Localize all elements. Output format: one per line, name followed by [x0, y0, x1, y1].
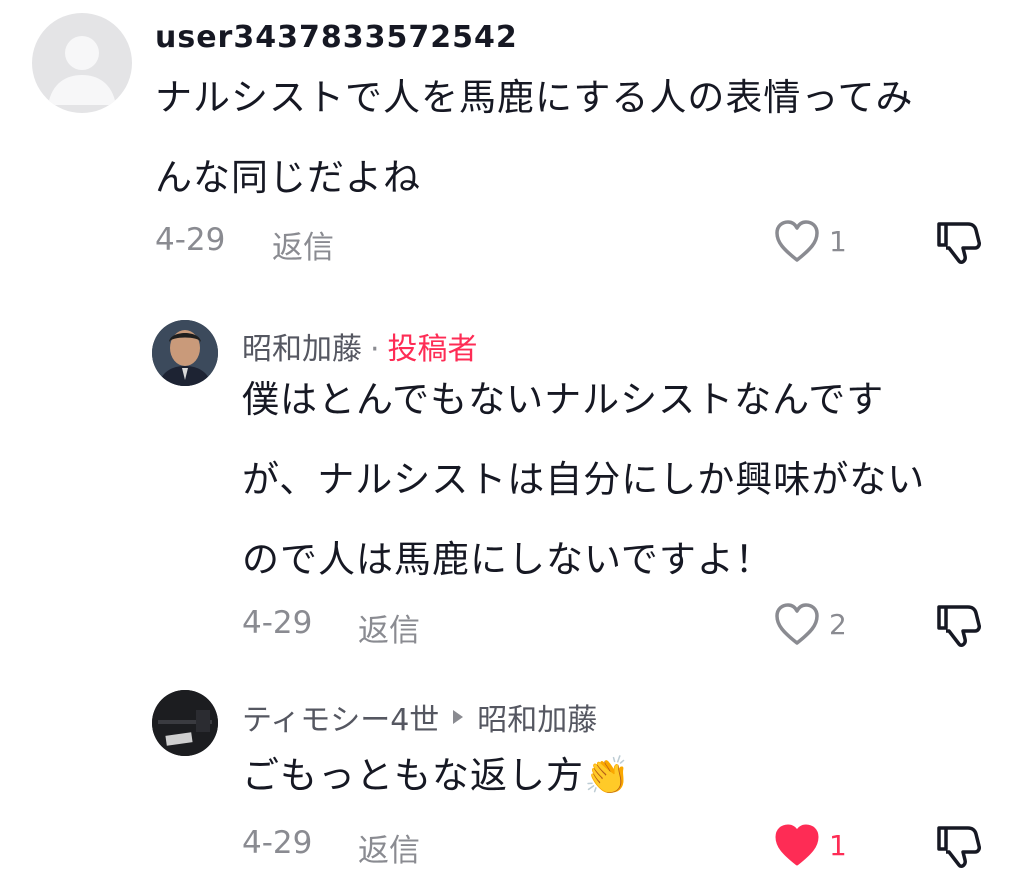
comment-1: user3437833572542 ナルシストで人を馬鹿にする人の表情ってみ ん…: [0, 0, 1024, 290]
like-button[interactable]: 1: [773, 218, 847, 264]
dislike-button[interactable]: [935, 822, 983, 874]
comment-text: ナルシストで人を馬鹿にする人の表情ってみ んな同じだよね: [155, 58, 995, 218]
heart-icon: [775, 603, 819, 645]
like-button[interactable]: 2: [773, 601, 847, 647]
comment-text-line: ので人は馬鹿にしないですよ！: [242, 538, 773, 581]
like-count: 1: [829, 828, 847, 862]
avatar[interactable]: [152, 320, 218, 386]
dislike-icon: [937, 826, 981, 868]
comment-username[interactable]: user3437833572542: [155, 20, 518, 55]
like-count: 2: [829, 607, 847, 641]
comment-date: 4-29: [242, 825, 313, 861]
comment-text-line: が、ナルシストは自分にしか興味がない: [242, 458, 926, 501]
heart-filled-icon: [775, 824, 819, 866]
like-button[interactable]: 1: [773, 822, 847, 868]
comment-text: 僕はとんでもないナルシストなんです が、ナルシストは自分にしか興味がない ので人…: [242, 360, 1002, 600]
comment-date: 4-29: [155, 222, 226, 258]
avatar[interactable]: [152, 690, 218, 756]
comment-date: 4-29: [242, 605, 313, 641]
comment-2: 昭和加藤 · 投稿者 僕はとんでもないナルシストなんです が、ナルシストは自分にしか…: [0, 300, 1024, 670]
clap-emoji: 👏: [584, 754, 632, 797]
reply-to-name[interactable]: 昭和加藤: [477, 695, 597, 739]
comment-3: ティモシー4世 昭和加藤 ごもっともな返し方👏 4-29 返信 1: [0, 680, 1024, 889]
reply-button[interactable]: 返信: [272, 222, 334, 267]
reply-button[interactable]: 返信: [358, 605, 420, 650]
dislike-icon: [937, 222, 981, 264]
comment-text: ごもっともな返し方👏: [242, 736, 1002, 816]
reply-arrow-icon: [453, 710, 464, 724]
dislike-button[interactable]: [935, 601, 983, 653]
reply-button[interactable]: 返信: [358, 825, 420, 870]
comment-text-line: ナルシストで人を馬鹿にする人の表情ってみ: [155, 76, 914, 119]
comment-text-line: んな同じだよね: [155, 156, 421, 199]
heart-icon: [775, 220, 819, 262]
dislike-icon: [937, 605, 981, 647]
comment-author-name[interactable]: ティモシー4世: [242, 695, 439, 739]
default-avatar-icon[interactable]: [32, 13, 132, 113]
comment-text-line: 僕はとんでもないナルシストなんです: [242, 378, 885, 421]
like-count: 1: [829, 224, 847, 258]
dislike-button[interactable]: [935, 218, 983, 270]
comment-text-line: ごもっともな返し方: [242, 754, 584, 797]
comment-username: ティモシー4世 昭和加藤: [242, 695, 597, 739]
